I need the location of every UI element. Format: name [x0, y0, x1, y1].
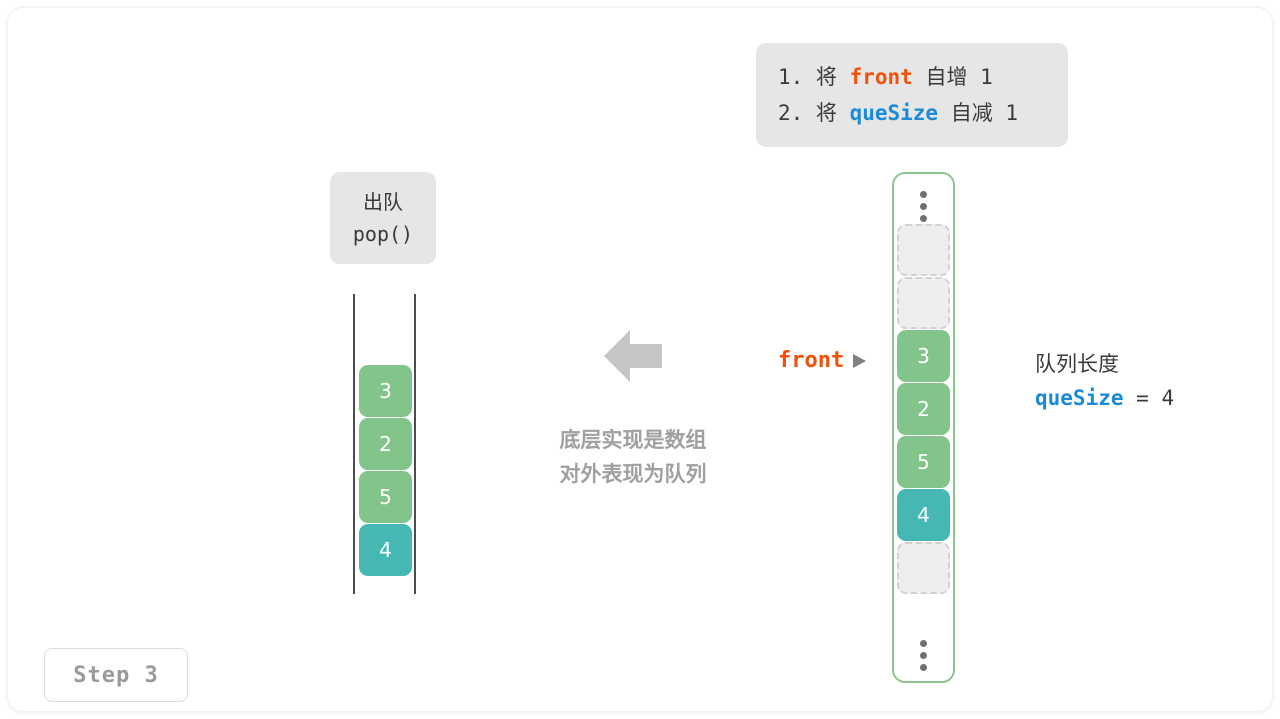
quesize-equals: =	[1123, 386, 1162, 410]
instruction-line-1: 1. 将 front 自增 1	[756, 59, 1068, 95]
logical-queue-cells: 3254	[359, 365, 412, 577]
left-arrow-icon	[604, 330, 662, 386]
array-empty-slot	[897, 224, 950, 276]
instruction-line-1-prefix: 1. 将	[778, 65, 850, 89]
front-pointer: front	[778, 348, 867, 373]
vertical-ellipsis-bottom-icon	[894, 640, 953, 676]
quesize-value: 4	[1161, 386, 1175, 410]
array-cell: 5	[897, 436, 950, 488]
instruction-line-2-tail: 自减 1	[938, 101, 1019, 125]
queue-cell: 3	[359, 365, 412, 417]
queue-length-expression: queSize = 4	[1035, 380, 1174, 416]
pop-operation-label: 出队 pop()	[330, 172, 436, 264]
instruction-line-2: 2. 将 queSize 自减 1	[756, 95, 1068, 131]
front-pointer-label: front	[778, 348, 845, 373]
array-empty-slot	[897, 277, 950, 329]
queue-length-title: 队列长度	[1035, 352, 1119, 376]
step-badge: Step 3	[44, 648, 188, 702]
queue-cell: 5	[359, 471, 412, 523]
array-cell: 3	[897, 330, 950, 382]
center-caption: 底层实现是数组 对外表现为队列	[538, 423, 728, 491]
pop-label-code: pop()	[352, 222, 414, 246]
queue-length-info: 队列长度 queSize = 4	[1035, 348, 1174, 416]
front-pointer-arrow-icon	[853, 353, 867, 368]
queue-cell: 2	[359, 418, 412, 470]
center-caption-line-2: 对外表现为队列	[559, 462, 707, 486]
array-cell: 2	[897, 383, 950, 435]
instruction-line-1-tail: 自增 1	[912, 65, 993, 89]
step-badge-label: Step 3	[73, 662, 159, 688]
pop-label-cn: 出队	[363, 190, 403, 214]
quesize-variable: queSize	[1035, 386, 1124, 410]
queue-rail-right	[414, 294, 416, 594]
center-caption-line-1: 底层实现是数组	[559, 428, 707, 452]
instruction-line-1-keyword: front	[849, 65, 913, 89]
vertical-ellipsis-top-icon	[894, 191, 953, 227]
logical-queue: 3254	[353, 294, 417, 594]
queue-cell: 4	[359, 524, 412, 576]
array-empty-slot	[897, 542, 950, 594]
diagram-canvas: 1. 将 front 自增 1 2. 将 queSize 自减 1 出队 pop…	[8, 8, 1272, 711]
physical-array: 3254	[892, 172, 955, 683]
queue-rail-left	[353, 294, 355, 594]
physical-array-cells: 3254	[897, 224, 950, 595]
array-cell: 4	[897, 489, 950, 541]
instruction-line-2-keyword: queSize	[849, 101, 939, 125]
instruction-line-2-prefix: 2. 将	[778, 101, 850, 125]
instruction-callout: 1. 将 front 自增 1 2. 将 queSize 自减 1	[756, 43, 1068, 147]
